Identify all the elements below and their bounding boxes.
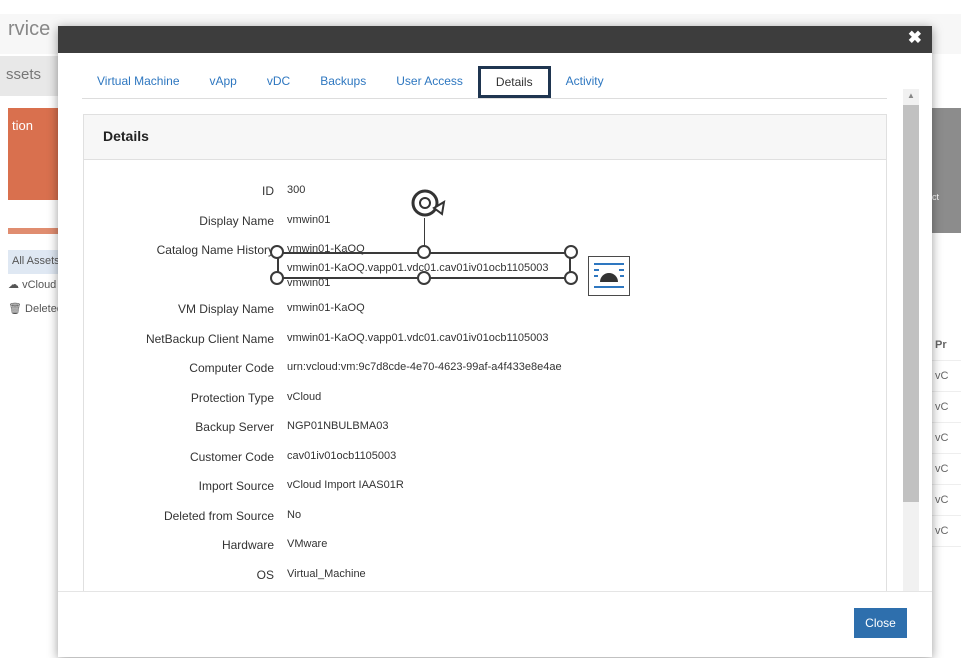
details-modal: ✖ Virtual Machine vApp vDC Backups User … xyxy=(58,26,932,657)
bg-page-title: rvice xyxy=(8,18,51,40)
detail-label: OS xyxy=(256,567,274,582)
detail-value: 300 xyxy=(287,184,306,196)
bg-table-cell: vC xyxy=(932,361,961,392)
detail-label: Deleted from Source xyxy=(163,508,274,523)
resize-handle-top-middle[interactable] xyxy=(417,245,431,259)
detail-label: ID xyxy=(262,184,274,198)
detail-label: Backup Server xyxy=(195,420,274,434)
cloud-icon: ☁ xyxy=(8,279,23,291)
detail-value: No xyxy=(287,508,302,521)
bg-sidebar-item-all-assets[interactable]: All Assets xyxy=(8,250,60,274)
detail-label: Computer Code xyxy=(189,361,274,375)
detail-row-customer-code: Customer Code cav01iv01ocb1105003 xyxy=(84,450,888,480)
detail-value: NGP01NBULBMA03 xyxy=(287,420,389,432)
modal-header: ✖ xyxy=(58,26,932,53)
trash-icon: 🗑 xyxy=(8,303,26,315)
detail-row-import-source: Import Source vCloud Import IAAS01R xyxy=(84,479,888,509)
scroll-up-arrow-icon[interactable]: ▲ xyxy=(907,91,915,100)
detail-label: NetBackup Client Name xyxy=(145,331,274,346)
details-list: ID 300 Display Name vmwin01 Catalog Name H… xyxy=(84,184,888,597)
detail-label: Customer Code xyxy=(189,449,274,464)
bg-sidebar-item-label: Deleted xyxy=(25,303,60,315)
bg-table-cell: vC xyxy=(932,392,961,423)
bg-table-cell: vC xyxy=(932,485,961,516)
bg-right-column: Pr vC vC vC vC vC vC xyxy=(932,330,961,547)
tab-virtual-machine[interactable]: Virtual Machine xyxy=(82,66,195,99)
selected-text-continued: vmwin01 xyxy=(287,277,331,289)
tab-backups[interactable]: Backups xyxy=(305,66,381,99)
detail-label: Import Source xyxy=(198,479,274,493)
close-icon[interactable]: ✖ xyxy=(908,28,922,48)
detail-row-id: ID 300 xyxy=(84,184,888,214)
detail-value: vCloud Import IAAS01R xyxy=(287,479,404,491)
detail-value: vmwin01-KaOQ.vapp01.vdc01.cav01iv01ocb11… xyxy=(287,331,549,344)
tab-activity[interactable]: Activity xyxy=(551,66,619,99)
bg-table-cell: vC xyxy=(932,423,961,454)
bg-table-cell: vC xyxy=(932,516,961,547)
detail-value: vmwin01 xyxy=(287,213,331,226)
bg-right-card: ct xyxy=(932,108,961,233)
bg-table-cell: vC xyxy=(932,454,961,485)
resize-handle-bottom-left[interactable] xyxy=(270,271,284,285)
bg-card-strip xyxy=(8,228,60,234)
detail-row-backup-server: Backup Server NGP01NBULBMA03 xyxy=(84,420,888,450)
details-panel: Details ID 300 Display Name vmwin01 Catalo… xyxy=(83,114,887,617)
detail-value: cav01iv01ocb1105003 xyxy=(287,449,397,462)
detail-row-protection-type: Protection Type vCloud xyxy=(84,391,888,421)
bg-protection-card[interactable]: tion xyxy=(8,108,60,200)
resize-handle-bottom-middle[interactable] xyxy=(417,271,431,285)
bg-sidebar-item-deleted[interactable]: 🗑 Deleted xyxy=(8,298,60,322)
detail-row-hardware: Hardware VMware xyxy=(84,538,888,568)
detail-label: Protection Type xyxy=(190,390,274,405)
bg-sidebar-item-label: vCloud xyxy=(22,279,57,291)
modal-footer: Close xyxy=(58,591,932,657)
detail-value: vCloud xyxy=(287,390,322,403)
vertical-scrollbar[interactable]: ▲ ▼ xyxy=(903,89,919,617)
tab-details[interactable]: Details xyxy=(477,66,551,98)
bg-assets-tab[interactable]: ssets xyxy=(0,56,60,96)
detail-row-vm-display-name: VM Display Name vmwin01-KaOQ xyxy=(84,302,888,332)
bg-sidebar: All Assets ☁ vCloud 🗑 Deleted xyxy=(8,250,60,322)
tab-user-access[interactable]: User Access xyxy=(381,66,478,99)
detail-label: Hardware xyxy=(221,538,274,552)
detail-label: Catalog Name History xyxy=(156,243,274,257)
resize-handle-top-right[interactable] xyxy=(564,245,578,259)
tab-vapp[interactable]: vApp xyxy=(195,66,252,99)
bg-sidebar-item-vcloud[interactable]: ☁ vCloud xyxy=(8,274,60,298)
selected-text[interactable]: vmwin01-KaOQ.vapp01.vdc01.cav01iv01ocb11… xyxy=(287,262,549,274)
tab-bar: Virtual Machine vApp vDC Backups User Ac… xyxy=(82,66,887,99)
scroll-thumb[interactable] xyxy=(903,105,919,502)
detail-value: vmwin01-KaOQ xyxy=(287,302,365,314)
bg-right-card-label: ct xyxy=(932,192,940,202)
panel-title: Details xyxy=(84,115,886,160)
detail-row-computer-code: Computer Code urn:vcloud:vm:9c7d8cde-4e70… xyxy=(84,361,888,391)
detail-row-netbackup-client: NetBackup Client Name vmwin01-KaOQ.vapp01… xyxy=(84,332,888,362)
detail-value: Virtual_Machine xyxy=(287,567,366,580)
text-wrap-icon xyxy=(594,263,624,288)
layout-options-button[interactable] xyxy=(588,256,630,296)
detail-row-display-name: Display Name vmwin01 xyxy=(84,214,888,244)
bg-column-header: Pr xyxy=(932,330,961,361)
detail-row-deleted-from-source: Deleted from Source No xyxy=(84,509,888,539)
close-button[interactable]: Close xyxy=(854,608,907,638)
resize-handle-top-left[interactable] xyxy=(270,245,284,259)
detail-label: VM Display Name xyxy=(177,302,274,316)
resize-handle-bottom-right[interactable] xyxy=(564,271,578,285)
rotate-handle-icon[interactable] xyxy=(408,186,448,220)
tab-vdc[interactable]: vDC xyxy=(252,66,305,99)
modal-body: Virtual Machine vApp vDC Backups User Ac… xyxy=(58,53,932,617)
detail-value: urn:vcloud:vm:9c7d8cde-4e70-4623-99af-a4… xyxy=(287,361,562,373)
detail-label: Display Name xyxy=(199,213,274,228)
detail-value: VMware xyxy=(287,538,328,550)
